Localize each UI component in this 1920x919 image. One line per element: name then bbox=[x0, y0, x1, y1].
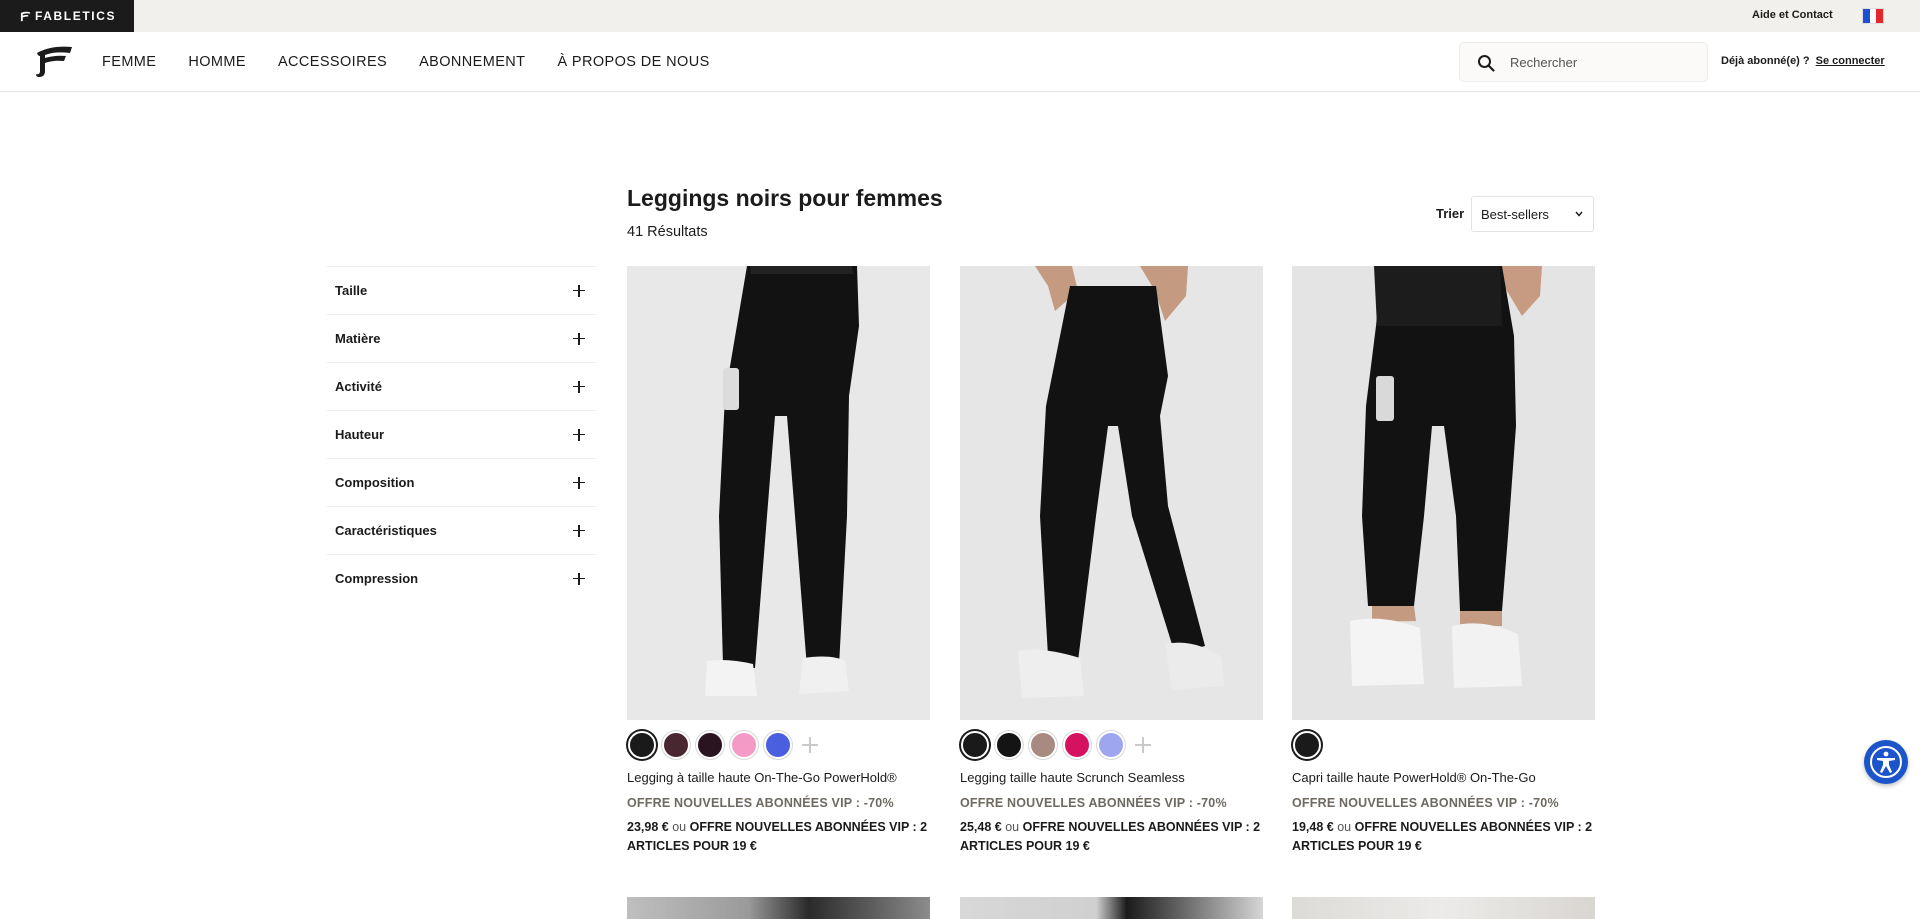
color-swatches bbox=[627, 730, 930, 760]
account-question: Déjà abonné(e) ? bbox=[1721, 55, 1810, 67]
search-box[interactable] bbox=[1459, 42, 1708, 82]
product-card[interactable]: Legging à taille haute On-The-Go PowerHo… bbox=[627, 266, 930, 856]
filter-panel: Taille Matière Activité Hauteur Composit… bbox=[327, 266, 596, 602]
accessibility-button[interactable] bbox=[1864, 740, 1908, 784]
filter-taille[interactable]: Taille bbox=[327, 266, 596, 314]
product-promo: OFFRE NOUVELLES ABONNÉES VIP : -70% bbox=[960, 796, 1227, 810]
account-area: Déjà abonné(e) ? Se connecter bbox=[1721, 55, 1885, 67]
sort-dropdown[interactable]: Best-sellers bbox=[1471, 196, 1594, 232]
utility-bar: FABLETICS Aide et Contact bbox=[0, 0, 1920, 32]
capri-photo-illustration bbox=[1292, 266, 1595, 720]
price-value: 19,48 € bbox=[1292, 820, 1334, 834]
price-value: 25,48 € bbox=[960, 820, 1002, 834]
sort-value: Best-sellers bbox=[1481, 206, 1549, 222]
filter-label: Matière bbox=[335, 331, 381, 346]
plus-icon bbox=[573, 284, 585, 297]
plus-icon bbox=[573, 332, 585, 345]
fabletics-logo-icon[interactable] bbox=[35, 44, 73, 78]
help-contact-link[interactable]: Aide et Contact bbox=[1752, 9, 1833, 21]
product-name[interactable]: Legging taille haute Scrunch Seamless bbox=[960, 770, 1263, 785]
fabletics-mark-icon bbox=[20, 11, 31, 21]
product-image[interactable] bbox=[1292, 266, 1595, 720]
swatch-black[interactable] bbox=[961, 731, 989, 759]
product-price: 25,48 € ou OFFRE NOUVELLES ABONNÉES VIP … bbox=[960, 818, 1263, 856]
brand-tab[interactable]: FABLETICS bbox=[0, 0, 134, 32]
plus-icon bbox=[573, 428, 585, 441]
product-image-next-row[interactable] bbox=[627, 897, 930, 919]
nav-accessoires[interactable]: ACCESSOIRES bbox=[278, 54, 387, 70]
sort-label: Trier bbox=[1436, 206, 1465, 221]
plus-icon bbox=[573, 380, 585, 393]
product-price: 19,48 € ou OFFRE NOUVELLES ABONNÉES VIP … bbox=[1292, 818, 1595, 856]
legging-photo-illustration bbox=[627, 266, 930, 720]
plus-icon bbox=[573, 524, 585, 537]
product-promo: OFFRE NOUVELLES ABONNÉES VIP : -70% bbox=[1292, 796, 1559, 810]
product-image[interactable] bbox=[960, 266, 1263, 720]
result-count: 41 Résultats bbox=[627, 224, 708, 240]
filter-matiere[interactable]: Matière bbox=[327, 314, 596, 362]
nav-homme[interactable]: HOMME bbox=[188, 54, 246, 70]
plus-icon bbox=[573, 476, 585, 489]
chevron-down-icon bbox=[1575, 211, 1583, 217]
filter-label: Activité bbox=[335, 379, 382, 394]
product-name[interactable]: Capri taille haute PowerHold® On-The-Go bbox=[1292, 770, 1595, 785]
swatch-black-2[interactable] bbox=[995, 731, 1023, 759]
legging-photo-illustration bbox=[960, 266, 1263, 720]
nav-a-propos[interactable]: À PROPOS DE NOUS bbox=[557, 54, 709, 70]
brand-name: FABLETICS bbox=[35, 9, 117, 23]
filter-activite[interactable]: Activité bbox=[327, 362, 596, 410]
filter-hauteur[interactable]: Hauteur bbox=[327, 410, 596, 458]
price-value: 23,98 € bbox=[627, 820, 669, 834]
swatch-periwinkle[interactable] bbox=[1097, 731, 1125, 759]
flag-stripe-white bbox=[1869, 9, 1877, 23]
product-image-next-row[interactable] bbox=[1292, 897, 1595, 919]
product-image-next-row[interactable] bbox=[960, 897, 1263, 919]
filter-label: Compression bbox=[335, 571, 419, 586]
product-promo: OFFRE NOUVELLES ABONNÉES VIP : -70% bbox=[627, 796, 894, 810]
page-title: Leggings noirs pour femmes bbox=[627, 185, 943, 211]
product-card[interactable]: Legging taille haute Scrunch Seamless OF… bbox=[960, 266, 1263, 856]
filter-label: Caractéristiques bbox=[335, 523, 437, 538]
product-card[interactable]: Capri taille haute PowerHold® On-The-Go … bbox=[1292, 266, 1595, 856]
price-or: ou bbox=[672, 820, 687, 834]
more-colors-icon[interactable] bbox=[1131, 733, 1155, 757]
filter-caracteristiques[interactable]: Caractéristiques bbox=[327, 506, 596, 554]
flag-stripe-blue bbox=[1863, 9, 1870, 23]
filter-label: Taille bbox=[335, 283, 368, 298]
product-name[interactable]: Legging à taille haute On-The-Go PowerHo… bbox=[627, 770, 930, 785]
swatch-blue[interactable] bbox=[764, 731, 792, 759]
price-or: ou bbox=[1005, 820, 1020, 834]
search-icon bbox=[1478, 55, 1495, 72]
swatch-pink[interactable] bbox=[730, 731, 758, 759]
color-swatches bbox=[960, 730, 1263, 760]
color-swatches bbox=[1292, 730, 1595, 760]
filter-composition[interactable]: Composition bbox=[327, 458, 596, 506]
filter-label: Composition bbox=[335, 475, 415, 490]
main-navigation: FEMME HOMME ACCESSOIRES ABONNEMENT À PRO… bbox=[0, 32, 1920, 92]
swatch-plum[interactable] bbox=[662, 731, 690, 759]
filter-compression[interactable]: Compression bbox=[327, 554, 596, 602]
search-input[interactable] bbox=[1510, 52, 1700, 72]
france-flag-icon[interactable] bbox=[1862, 8, 1884, 24]
swatch-taupe[interactable] bbox=[1029, 731, 1057, 759]
product-price: 23,98 € ou OFFRE NOUVELLES ABONNÉES VIP … bbox=[627, 818, 930, 856]
product-image[interactable] bbox=[627, 266, 930, 720]
flag-stripe-red bbox=[1876, 9, 1884, 23]
nav-abonnement[interactable]: ABONNEMENT bbox=[419, 54, 525, 70]
more-colors-icon[interactable] bbox=[798, 733, 822, 757]
nav-femme[interactable]: FEMME bbox=[102, 54, 156, 70]
filter-label: Hauteur bbox=[335, 427, 385, 442]
swatch-dark-berry[interactable] bbox=[696, 731, 724, 759]
swatch-black[interactable] bbox=[1293, 731, 1321, 759]
login-link[interactable]: Se connecter bbox=[1816, 55, 1885, 67]
category-nav: FEMME HOMME ACCESSOIRES ABONNEMENT À PRO… bbox=[102, 32, 710, 92]
price-or: ou bbox=[1337, 820, 1352, 834]
plus-icon bbox=[573, 572, 585, 585]
swatch-black[interactable] bbox=[628, 731, 656, 759]
accessibility-icon bbox=[1870, 746, 1902, 778]
swatch-magenta[interactable] bbox=[1063, 731, 1091, 759]
